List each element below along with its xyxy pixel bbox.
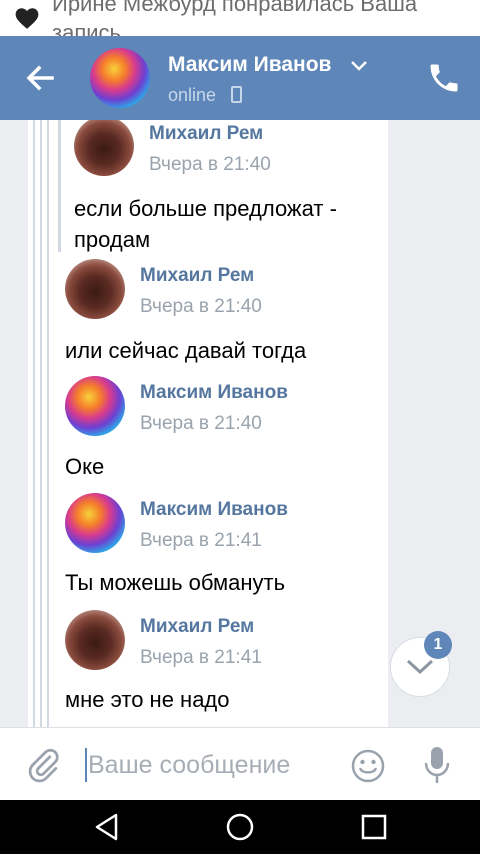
notification-text: Ирине Межбурд понравилась Ваша [52, 0, 418, 16]
message-list[interactable]: Михаил Рем Вчера в 21:40 если больше пре… [0, 120, 480, 727]
sender-name[interactable]: Михаил Рем [140, 265, 254, 287]
contact-status: online [168, 85, 217, 105]
nested-quote-bar [58, 120, 61, 252]
phone-icon[interactable] [426, 60, 462, 96]
heart-icon [15, 8, 39, 29]
message-text: мне это не надо [65, 687, 230, 712]
chat-header: Максим Иванов online [0, 36, 480, 120]
back-arrow-icon[interactable] [20, 58, 60, 98]
message-time: Вчера в 21:40 [149, 154, 271, 175]
paperclip-icon[interactable] [26, 746, 60, 784]
nav-recent-apps-icon[interactable] [360, 813, 388, 841]
chevron-down-icon [406, 659, 434, 675]
sender-avatar[interactable] [65, 259, 125, 319]
message-text: или сейчас давай тогда [65, 338, 307, 363]
message-text: Оке [65, 454, 105, 479]
thread-line [40, 120, 42, 727]
notification-strip[interactable]: Ирине Межбурд понравилась Ваша запись [0, 0, 480, 36]
message-composer [0, 727, 480, 800]
message-time: Вчера в 21:40 [140, 413, 262, 434]
message-time: Вчера в 21:41 [140, 647, 262, 668]
message-text: если больше предложат - продам [74, 196, 337, 252]
contact-avatar[interactable] [90, 48, 150, 108]
contact-name[interactable]: Максим Иванов [168, 53, 331, 77]
sender-name[interactable]: Максим Иванов [140, 382, 288, 404]
emoji-smiley-icon[interactable] [350, 748, 386, 784]
sender-avatar[interactable] [65, 376, 125, 436]
notification-text-continued: запись [52, 20, 121, 36]
microphone-icon[interactable] [423, 745, 451, 785]
thread-line [47, 120, 49, 727]
nav-home-icon[interactable] [225, 812, 255, 842]
mobile-device-icon [231, 86, 242, 103]
sender-name[interactable]: Михаил Рем [140, 616, 254, 638]
chevron-down-icon[interactable] [350, 58, 368, 72]
message-input[interactable] [88, 746, 338, 784]
thread-line [33, 120, 35, 727]
sender-avatar[interactable] [65, 610, 125, 670]
nav-back-icon[interactable] [92, 812, 122, 842]
sender-avatar[interactable] [65, 493, 125, 553]
message-time: Вчера в 21:40 [140, 296, 262, 317]
message-time: Вчера в 21:41 [140, 530, 262, 551]
system-navigation-bar [0, 800, 480, 854]
text-cursor [85, 748, 87, 782]
unread-count-badge: 1 [424, 631, 452, 659]
message-text: Ты можешь обмануть [65, 570, 286, 595]
sender-name[interactable]: Максим Иванов [140, 499, 288, 521]
sender-name[interactable]: Михаил Рем [149, 123, 263, 145]
